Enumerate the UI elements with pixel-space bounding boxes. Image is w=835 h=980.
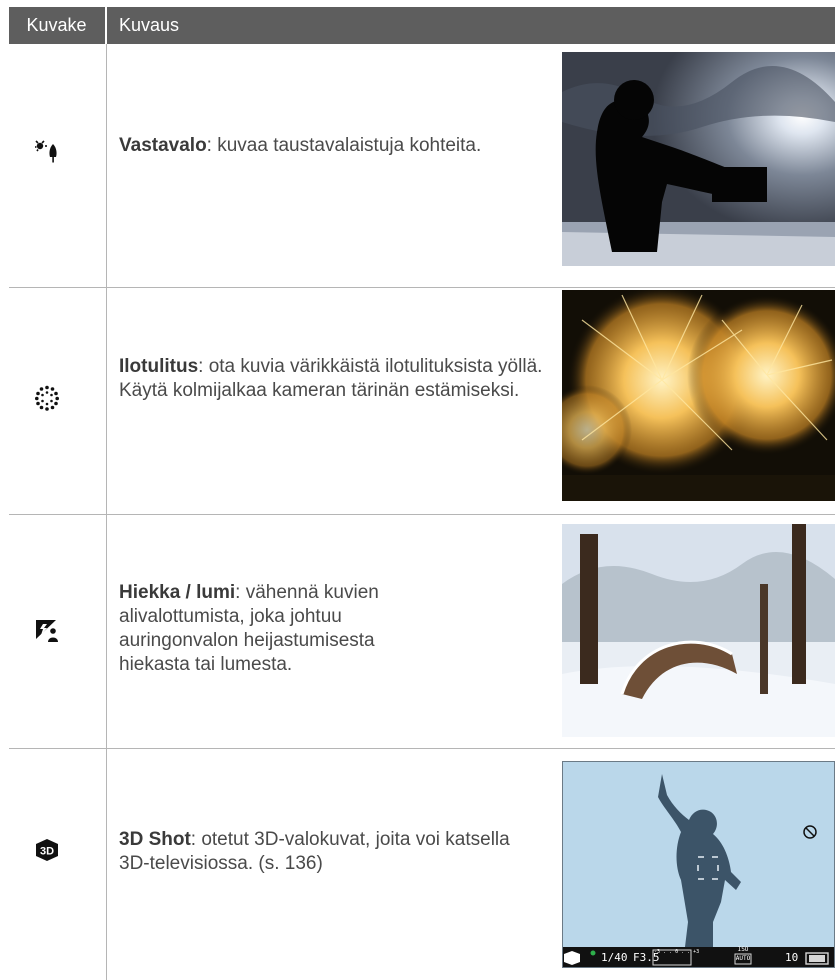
- header-icon-column: Kuvake: [26, 15, 87, 35]
- backlight-photo: [562, 52, 835, 266]
- column-divider: [106, 44, 107, 980]
- row-description: 3D Shot: otetut 3D-valokuvat, joita voi …: [119, 828, 539, 876]
- header-divider: [105, 7, 107, 44]
- svg-text:3D: 3D: [40, 846, 54, 858]
- backlight-icon: [35, 140, 57, 163]
- header-description-column: Kuvaus: [119, 15, 180, 35]
- row-title: Vastavalo: [119, 135, 207, 156]
- fireworks-photo: [562, 290, 835, 501]
- row-description: Ilotulitus: ota kuvia värikkäistä ilotul…: [119, 355, 559, 403]
- child-silhouette: [563, 774, 834, 967]
- iso-label: ISO: [737, 946, 749, 953]
- row-description: Hiekka / lumi: vähennä kuvien alivalottu…: [119, 581, 419, 677]
- row-description: Vastavalo: kuvaa taustavalaistuja kohtei…: [119, 134, 539, 158]
- shots-remaining: 10: [785, 951, 799, 964]
- row-title: Hiekka / lumi: [119, 582, 236, 603]
- fireworks-icon: [35, 385, 59, 411]
- snow-photo: [562, 524, 835, 737]
- row-title: Ilotulitus: [119, 356, 199, 377]
- row-title: 3D Shot: [119, 829, 191, 850]
- exposure-scale: -3 . . 0 . . +3: [654, 949, 700, 955]
- row-divider: [9, 748, 835, 749]
- 3d-shot-icon: 3D: [36, 839, 58, 861]
- row-divider: [9, 287, 835, 288]
- shutter-speed: 1/40: [601, 951, 628, 964]
- table-header: Kuvake Kuvaus: [9, 7, 835, 44]
- camera-screen: 1/40 F3.5 -3 . . 0 . . +3 ISO AUTO 10: [562, 761, 835, 968]
- iso-value: AUTO: [735, 955, 751, 962]
- row-text: : kuvaa taustavalaistuja kohteita.: [206, 135, 482, 156]
- row-divider: [9, 514, 835, 515]
- sand-snow-icon: [36, 620, 58, 642]
